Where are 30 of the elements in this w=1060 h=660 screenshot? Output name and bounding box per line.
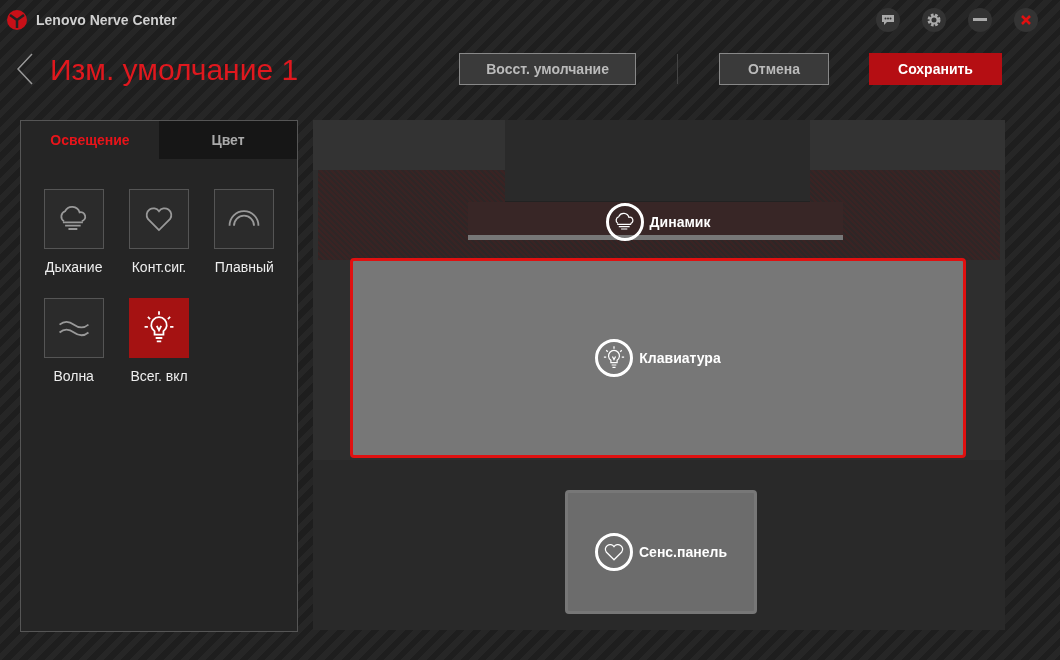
window-title: Lenovo Nerve Center — [36, 10, 177, 30]
effect-button[interactable] — [43, 298, 104, 358]
effect-button[interactable] — [43, 189, 104, 249]
touchpad-zone[interactable]: Сенс.панель — [565, 490, 757, 614]
effect-label: Конт.сиг. — [131, 258, 187, 277]
effect-label: Плавный — [214, 258, 274, 277]
effect-button[interactable] — [129, 298, 189, 358]
header-button[interactable]: Отмена — [719, 53, 829, 85]
effect-button[interactable] — [129, 189, 189, 249]
zone-label: Клавиатура — [639, 348, 721, 368]
header-button[interactable]: Сохранить — [869, 53, 1002, 85]
effect-label: Всег. вкл — [130, 367, 188, 386]
zone-effect-icon — [595, 533, 633, 571]
zone-label: Сенс.панель — [639, 542, 727, 562]
settings-icon[interactable] — [922, 8, 946, 32]
close-icon[interactable] — [1014, 8, 1038, 32]
effect-button[interactable] — [214, 189, 275, 249]
zone-effect-icon — [605, 203, 644, 241]
chat-icon[interactable] — [876, 8, 900, 32]
minimize-icon[interactable] — [968, 8, 992, 32]
effect-label: Волна — [53, 367, 94, 386]
header-button[interactable]: Восст. умолчание — [459, 53, 636, 85]
tab[interactable]: Цвет — [159, 121, 297, 159]
zone-label: Динамик — [649, 212, 711, 232]
page-title: Изм. умолчание 1 — [50, 51, 299, 88]
keyboard-zone[interactable]: Клавиатура — [350, 258, 966, 458]
zone-effect-icon — [595, 339, 634, 377]
speaker-zone[interactable]: Динамик — [543, 200, 773, 244]
effect-label: Дыхание — [44, 258, 103, 277]
logo-icon — [6, 9, 28, 31]
